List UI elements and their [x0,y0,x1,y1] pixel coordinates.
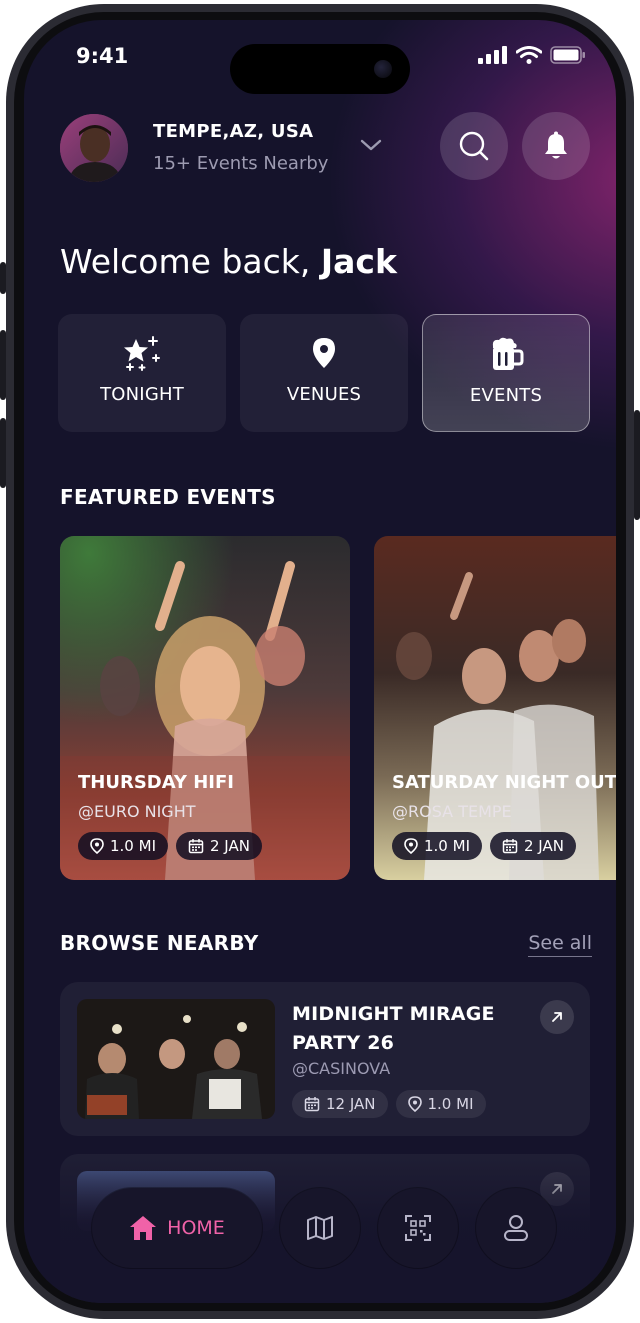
avatar-image [60,114,128,182]
map-pin-icon [90,838,104,854]
event-venue: @ROSA TEMPE [392,802,512,821]
date-chip: 2 JAN [176,832,262,860]
calendar-icon [188,839,204,854]
stars-icon [124,336,160,371]
location-header: TEMPE,AZ, USA 15+ Events Nearby [60,112,592,192]
date-text: 12 JAN [326,1095,376,1113]
event-title-line: MIDNIGHT MIRAGE [292,1003,495,1025]
category-label: EVENTS [469,385,543,406]
distance-text: 1.0 MI [110,837,156,855]
distance-chip: 1.0 MI [78,832,168,860]
see-all-link[interactable]: See all [528,932,592,957]
distance-text: 1.0 MI [427,1095,474,1113]
date-chip: 2 JAN [490,832,576,860]
arrow-up-right-icon [552,1012,562,1022]
qr-code-icon [405,1215,431,1241]
side-button [0,330,6,400]
location-title[interactable]: TEMPE,AZ, USA [153,121,313,142]
calendar-icon [502,839,518,854]
welcome-prefix: Welcome back, [60,242,321,281]
open-event-button[interactable] [540,1000,574,1034]
event-chips: 1.0 MI 2 JAN [392,832,576,860]
event-title: MIDNIGHT MIRAGE PARTY 26 [292,1000,495,1058]
chevron-down-icon[interactable] [360,138,382,152]
event-chips: 12 JAN 1.0 MI [292,1090,486,1118]
event-thumbnail [77,999,275,1119]
event-venue: @EURO NIGHT [78,802,196,821]
map-icon [307,1216,333,1240]
map-pin-icon [404,838,418,854]
nav-map[interactable] [280,1188,360,1268]
avatar[interactable] [60,114,128,182]
profile-icon [504,1215,528,1241]
event-title: SATURDAY NIGHT OUT I [392,772,616,793]
map-pin-icon [407,1096,422,1112]
date-chip: 12 JAN [292,1090,388,1118]
distance-chip: 1.0 MI [392,832,482,860]
event-venue: @CASINOVA [292,1059,391,1078]
calendar-icon [304,1097,320,1112]
featured-event-card[interactable]: THURSDAY HIFI @EURO NIGHT 1.0 MI 2 JAN [60,536,350,880]
browse-nearby-heading: BROWSE NEARBY [60,931,259,955]
notifications-button[interactable] [522,112,590,180]
event-chips: 1.0 MI 2 JAN [78,832,262,860]
dynamic-island [230,44,410,94]
category-tonight[interactable]: TONIGHT [58,314,226,432]
battery-icon [550,46,585,64]
wifi-icon [516,46,542,64]
events-nearby-count: 15+ Events Nearby [153,153,329,174]
nav-home-label: HOME [167,1217,225,1239]
category-label: TONIGHT [100,384,184,405]
nav-home[interactable]: HOME [92,1188,262,1268]
nav-scan[interactable] [378,1188,458,1268]
featured-events-heading: FEATURED EVENTS [60,485,276,509]
nearby-event-card[interactable]: MIDNIGHT MIRAGE PARTY 26 @CASINOVA 12 JA… [60,982,590,1136]
nav-profile[interactable] [476,1188,556,1268]
app-screen: 9:41 TEMPE,AZ, USA 15+ Events Nearby Wel… [24,20,616,1303]
date-text: 2 JAN [210,837,250,855]
event-photo [77,999,275,1119]
featured-event-card[interactable]: SATURDAY NIGHT OUT I @ROSA TEMPE 1.0 MI … [374,536,616,880]
side-button [0,418,6,488]
distance-text: 1.0 MI [424,837,470,855]
category-events[interactable]: EVENTS [422,314,590,432]
bell-icon [545,131,567,159]
side-button [0,262,6,294]
event-photo [374,536,616,880]
event-title-line: PARTY 26 [292,1032,395,1054]
home-icon [130,1216,157,1240]
category-venues[interactable]: VENUES [240,314,408,432]
welcome-heading: Welcome back, Jack [60,242,397,281]
user-name: Jack [320,242,397,281]
search-icon [459,131,489,161]
status-time: 9:41 [76,44,129,68]
category-label: VENUES [286,384,362,405]
camera-icon [374,60,392,78]
event-title: THURSDAY HIFI [78,772,234,793]
date-text: 2 JAN [524,837,564,855]
beer-mug-icon [492,337,524,370]
event-photo [60,536,350,880]
map-pin-icon [313,338,335,368]
status-icons [478,46,586,64]
distance-chip: 1.0 MI [395,1090,486,1118]
side-button [634,410,640,520]
signal-icon [478,46,507,64]
search-button[interactable] [440,112,508,180]
